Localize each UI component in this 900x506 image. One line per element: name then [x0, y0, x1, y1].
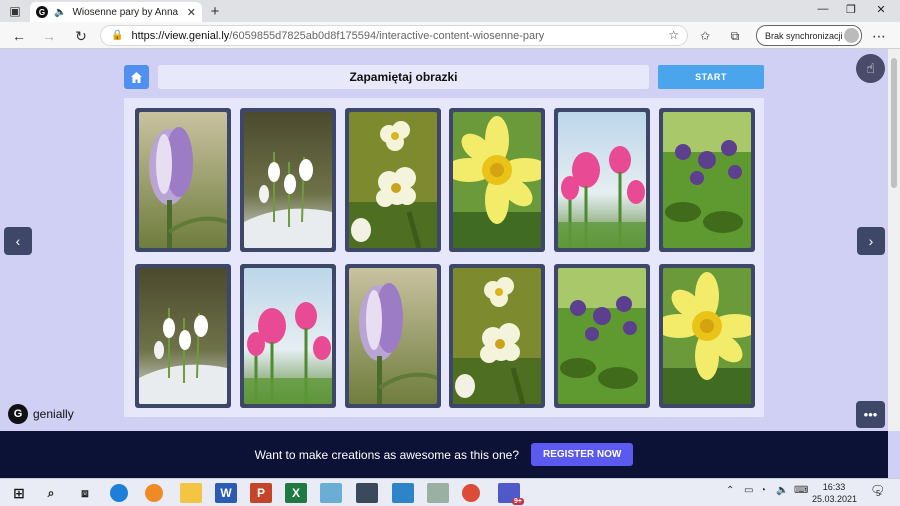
url-host: https://view.genial.ly — [131, 29, 230, 42]
card-daffodil[interactable] — [449, 108, 545, 252]
lock-icon: 🔒 — [111, 30, 124, 41]
app-icon[interactable] — [427, 483, 449, 503]
restore-icon[interactable]: ❐ — [840, 3, 862, 16]
card-violet[interactable] — [659, 108, 755, 252]
volume-icon[interactable]: 🔈 — [776, 485, 788, 496]
banner-text: Want to make creations as awesome as thi… — [254, 447, 519, 462]
reuse-button[interactable]: ☝ — [856, 54, 885, 83]
primrose-image — [349, 112, 437, 248]
clock-date: 25.03.2021 — [812, 494, 858, 504]
genially-favicon-icon: G — [36, 6, 48, 18]
speaker-icon[interactable]: 🔈 — [54, 7, 66, 18]
clock-time: 16:33 — [822, 482, 846, 492]
collections-icon[interactable]: ⧉ — [726, 27, 744, 45]
chevron-left-icon: ‹ — [15, 233, 21, 249]
close-window-icon[interactable]: ✕ — [870, 3, 892, 16]
browser-tab-bar: ▣ G 🔈 Wiosenne pary by Anna Ma ✕ + — ❐ ✕ — [0, 0, 900, 22]
game-title: Zapamiętaj obrazki — [158, 65, 649, 89]
system-clock[interactable]: 16:33 25.03.2021 — [812, 481, 858, 505]
register-now-button[interactable]: REGISTER NOW — [531, 443, 634, 466]
card-tulip[interactable] — [554, 108, 650, 252]
tulip-image — [558, 112, 646, 248]
firefox-icon[interactable] — [145, 484, 163, 502]
calculator-icon[interactable] — [356, 483, 378, 503]
search-icon[interactable]: ⌕ — [40, 483, 62, 503]
edge-icon[interactable] — [110, 484, 128, 502]
powerpoint-icon[interactable]: P — [250, 483, 272, 503]
task-view-icon[interactable]: ⧈ — [74, 483, 96, 503]
next-page-button[interactable]: › — [857, 227, 885, 255]
crocus-image — [349, 268, 437, 404]
sync-profile-button[interactable]: Brak synchronizacji — [756, 25, 862, 46]
favorites-icon[interactable]: ✩ — [696, 27, 714, 45]
genially-brand-name: genially — [33, 407, 74, 421]
wifi-icon[interactable]: ◔ — [760, 485, 766, 496]
keyboard-icon[interactable]: ⌨ — [794, 485, 808, 496]
more-dots-icon: ••• — [863, 407, 878, 422]
close-tab-icon[interactable]: ✕ — [187, 6, 196, 19]
settings-more-icon[interactable]: ⋯ — [870, 27, 888, 45]
notification-count: 5 — [876, 489, 881, 498]
scrollbar-thumb[interactable] — [891, 58, 897, 188]
forward-icon[interactable]: → — [40, 27, 58, 45]
minimize-icon[interactable]: — — [812, 3, 834, 15]
daffodil-image — [663, 268, 751, 404]
refresh-icon[interactable]: ↻ — [72, 27, 90, 45]
sync-label: Brak synchronizacji — [765, 30, 843, 41]
profile-avatar — [844, 28, 859, 43]
violet-image — [663, 112, 751, 248]
home-button[interactable] — [124, 65, 149, 89]
card-snowdrop[interactable] — [135, 264, 231, 408]
address-bar[interactable]: 🔒 https://view.genial.ly/6059855d7825ab0… — [100, 25, 688, 46]
genially-logo[interactable]: G genially — [8, 404, 74, 424]
start-button[interactable]: START — [658, 65, 764, 89]
home-icon — [131, 71, 142, 83]
register-banner: Want to make creations as awesome as thi… — [0, 431, 888, 478]
card-crocus[interactable] — [135, 108, 231, 252]
more-options-button[interactable]: ••• — [856, 401, 885, 428]
new-tab-icon[interactable]: + — [206, 3, 224, 20]
paint-icon[interactable] — [320, 483, 342, 503]
add-favorite-icon[interactable]: ☆ — [668, 28, 679, 42]
genially-logo-icon: G — [8, 404, 28, 424]
card-snowdrop[interactable] — [240, 108, 336, 252]
address-toolbar: ← → ↻ 🔒 https://view.genial.ly/6059855d7… — [0, 22, 900, 49]
back-icon[interactable]: ← — [10, 27, 28, 45]
crocus-image — [139, 112, 227, 248]
memory-board — [124, 98, 764, 417]
snowdrop-image — [244, 112, 332, 248]
card-daffodil[interactable] — [659, 264, 755, 408]
url-path: /6059855d7825ab0d8f175594/interactive-co… — [229, 29, 545, 42]
primrose-image — [453, 268, 541, 404]
prev-page-button[interactable]: ‹ — [4, 227, 32, 255]
chevron-right-icon: › — [868, 233, 874, 249]
daffodil-image — [453, 112, 541, 248]
teams-icon[interactable]: 9+ — [498, 483, 524, 505]
chrome-icon[interactable] — [462, 484, 480, 502]
card-crocus[interactable] — [345, 264, 441, 408]
violet-image — [558, 268, 646, 404]
remote-desktop-icon[interactable] — [392, 483, 414, 503]
card-violet[interactable] — [554, 264, 650, 408]
card-tulip[interactable] — [240, 264, 336, 408]
browser-tab[interactable]: G 🔈 Wiosenne pary by Anna Ma ✕ — [30, 2, 202, 22]
hand-pointer-icon: ☝ — [866, 60, 875, 76]
file-explorer-icon[interactable] — [180, 483, 202, 503]
notification-icon[interactable]: 🗨 5 — [870, 483, 885, 498]
show-hidden-icons-icon[interactable]: ⌃ — [726, 485, 734, 496]
teams-badge: 9+ — [512, 498, 524, 505]
snowdrop-image — [139, 268, 227, 404]
card-primrose[interactable] — [345, 108, 441, 252]
tab-title: Wiosenne pary by Anna Ma — [72, 6, 180, 18]
device-icon[interactable]: ▭ — [744, 485, 753, 496]
tab-actions-icon[interactable]: ▣ — [6, 3, 24, 19]
windows-taskbar: ⊞ ⌕ ⧈ W P X 9+ ⌃ ▭ ◔ 🔈 ⌨ 16:33 25.03.202… — [0, 478, 900, 506]
card-primrose[interactable] — [449, 264, 545, 408]
word-icon[interactable]: W — [215, 483, 237, 503]
tulip-image — [244, 268, 332, 404]
windows-start-icon[interactable]: ⊞ — [8, 483, 30, 503]
excel-icon[interactable]: X — [285, 483, 307, 503]
